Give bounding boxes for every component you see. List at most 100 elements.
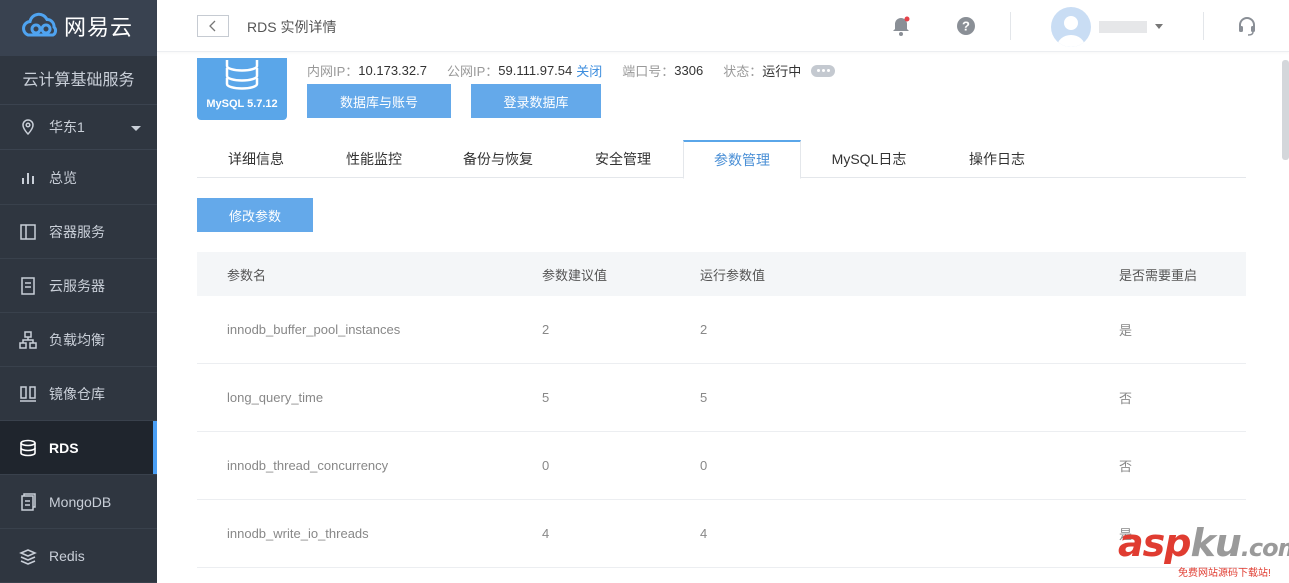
chevron-down-icon[interactable] [1155,24,1163,29]
table-row: innodb_buffer_pool_instances 2 2 是 [197,296,1246,364]
param-restart: 是 [1119,323,1133,338]
table-header: 参数名 参数建议值 运行参数值 是否需要重启 [197,252,1246,296]
chevron-left-icon [209,20,216,32]
watermark-gray: ku [1190,521,1241,565]
watermark-suffix: .com [1240,534,1289,562]
tab-operation-log[interactable]: 操作日志 [937,140,1057,178]
instance-version: MySQL 5.7.12 [206,98,278,110]
sidebar-item-label: 容器服务 [49,223,105,240]
param-suggested: 5 [542,390,550,405]
param-running: 2 [700,322,708,337]
sidebar-item-overview[interactable]: 总览 [0,151,157,205]
col-header-param-name: 参数名 [227,267,267,283]
sidebar-item-containers[interactable]: 容器服务 [0,205,157,259]
status-label: 状态： [723,64,763,79]
param-suggested: 2 [542,322,550,337]
col-header-running: 运行参数值 [700,267,766,283]
more-options-icon[interactable] [811,64,836,77]
mongodb-icon [18,492,38,512]
tab-mysql-log[interactable]: MySQL日志 [801,140,937,178]
sidebar-item-label: 总览 [49,169,77,186]
watermark-logo: aspku.com [1118,522,1289,569]
sidebar-item-image-repo[interactable]: 镜像仓库 [0,367,157,421]
public-ip-label: 公网IP： [446,64,499,79]
chevron-down-icon [131,126,141,131]
params-table: 参数名 参数建议值 运行参数值 是否需要重启 innodb_buffer_poo… [197,252,1246,568]
sidebar-item-rds[interactable]: RDS [0,421,157,475]
param-name: long_query_time [227,390,324,405]
sidebar-item-label: 负载均衡 [49,331,105,348]
svg-text:?: ? [962,19,970,34]
tab-security[interactable]: 安全管理 [563,140,683,178]
col-header-restart: 是否需要重启 [1119,267,1198,283]
avatar[interactable] [1051,7,1091,47]
inner-ip-value: 10.173.32.7 [358,63,427,78]
param-suggested: 0 [542,458,550,473]
help-icon[interactable]: ? [954,14,978,38]
bar-chart-icon [18,168,38,188]
load-balancer-icon [18,330,38,350]
col-header-suggested: 参数建议值 [542,267,608,283]
cloud-logo-icon [22,12,58,37]
tab-performance[interactable]: 性能监控 [315,140,433,178]
port-value: 3306 [674,63,704,78]
close-public-ip-link[interactable]: 关闭 [576,61,602,80]
sidebar: 网易云 云计算基础服务 华东1 总览 容器服务 云服务器 负载均衡 镜像仓库 R… [0,0,157,583]
table-row: innodb_write_io_threads 4 4 是 [197,500,1246,568]
public-ip-value: 59.111.97.54 [498,63,573,78]
tab-details[interactable]: 详细信息 [197,140,315,178]
back-button[interactable] [197,15,229,37]
brand-logo[interactable]: 网易云 [18,8,133,44]
db-accounts-button[interactable]: 数据库与账号 [307,84,451,118]
param-name: innodb_write_io_threads [227,526,369,541]
instance-info-row: 内网IP： 10.173.32.7 公网IP： 59.111.97.54 关闭 … [307,61,836,80]
tab-backup-restore[interactable]: 备份与恢复 [433,140,563,178]
param-name: innodb_buffer_pool_instances [227,322,401,337]
sidebar-item-label: RDS [49,439,79,456]
sidebar-item-mongodb[interactable]: MongoDB [0,475,157,529]
image-repo-icon [18,384,38,404]
modify-params-button[interactable]: 修改参数 [197,198,313,232]
port-label: 端口号： [622,64,675,79]
location-pin-icon [18,117,38,137]
sidebar-item-load-balancer[interactable]: 负载均衡 [0,313,157,367]
param-restart: 否 [1119,391,1133,406]
page-title: RDS 实例详情 [247,19,337,35]
header-divider [1203,12,1204,40]
server-icon [18,276,38,296]
param-restart: 否 [1119,459,1133,474]
param-running: 0 [700,458,708,473]
sidebar-item-cloud-servers[interactable]: 云服务器 [0,259,157,313]
region-label: 华东1 [49,119,85,135]
watermark-subtitle: 免费网站源码下载站! [1178,568,1271,579]
status-value: 运行中 [762,64,802,79]
service-category-title: 云计算基础服务 [22,72,135,89]
table-row: long_query_time 5 5 否 [197,364,1246,432]
table-row: innodb_thread_concurrency 0 0 否 [197,432,1246,500]
tab-parameters[interactable]: 参数管理 [683,140,801,179]
redis-icon [18,546,38,566]
sidebar-item-redis[interactable]: Redis [0,529,157,583]
param-name: innodb_thread_concurrency [227,458,389,473]
database-icon [225,60,259,90]
brand-name: 网易云 [64,15,134,40]
watermark-red: asp [1118,521,1191,565]
region-selector[interactable]: 华东1 [0,104,157,150]
instance-badge: MySQL 5.7.12 [197,58,287,120]
sidebar-item-label: 云服务器 [49,277,105,294]
page-scrollbar[interactable] [1282,60,1289,160]
param-running: 5 [700,390,708,405]
sidebar-item-label: MongoDB [49,493,112,510]
headset-support-icon[interactable] [1235,14,1259,38]
notification-bell-icon[interactable] [889,14,913,38]
username-redacted[interactable] [1099,21,1147,33]
sidebar-item-label: Redis [49,547,85,564]
param-suggested: 4 [542,526,550,541]
sidebar-nav: 总览 容器服务 云服务器 负载均衡 镜像仓库 RDS MongoDB Redis [0,151,157,583]
login-db-button[interactable]: 登录数据库 [471,84,601,118]
tab-bar: 详细信息 性能监控 备份与恢复 安全管理 参数管理 MySQL日志 操作日志 [197,140,1246,179]
sidebar-item-label: 镜像仓库 [49,385,105,402]
inner-ip-label: 内网IP： [307,64,359,79]
container-icon [18,222,38,242]
param-running: 4 [700,526,708,541]
